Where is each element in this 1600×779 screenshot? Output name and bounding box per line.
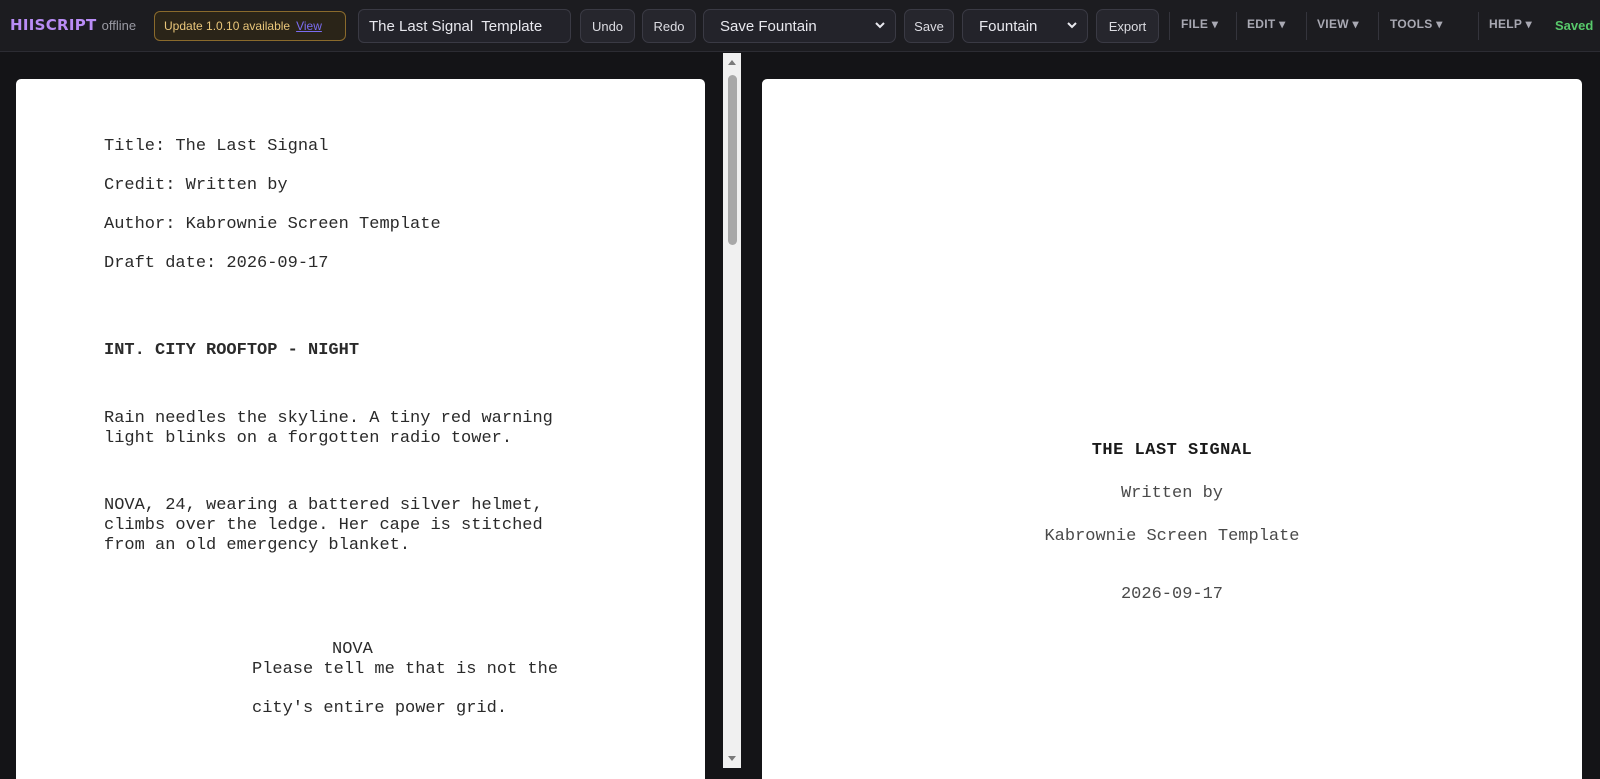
action-line: climbs over the ledge. Her cape is stitc… (104, 516, 543, 535)
toolbar-divider (1169, 12, 1170, 40)
top-toolbar: HIISCRIPT offline Update 1.0.10 availabl… (0, 0, 1600, 52)
dialogue-line: city's entire power grid. (252, 699, 508, 718)
menu-file[interactable]: FILE ▾ (1181, 17, 1218, 31)
app-name: HIISCRIPT (10, 16, 97, 34)
action-line: Rain needles the skyline. A tiny red war… (104, 409, 553, 428)
toolbar-divider (1478, 12, 1479, 40)
menu-view[interactable]: VIEW ▾ (1317, 17, 1359, 31)
connection-status: offline (101, 18, 137, 33)
update-badge: Update 1.0.10 available View (154, 11, 346, 41)
export-format-value: Fountain (979, 17, 1038, 35)
save-button[interactable]: Save (904, 9, 954, 43)
title-page-title: Title: The Last Signal (104, 137, 329, 156)
update-text: Update 1.0.10 available (164, 19, 291, 33)
action-line: from an old emergency blanket. (104, 536, 411, 555)
menu-tools[interactable]: TOOLS ▾ (1390, 17, 1443, 31)
preview-title: THE LAST SIGNAL (1091, 441, 1253, 460)
action-line: light blinks on a forgotten radio tower. (104, 429, 513, 448)
character-name: NOVA (332, 640, 373, 659)
scene-heading: INT. CITY ROOFTOP - NIGHT (104, 341, 360, 360)
export-format-select[interactable]: Fountain (962, 9, 1088, 43)
redo-button[interactable]: Redo (642, 9, 696, 43)
toolbar-divider (1378, 12, 1379, 40)
menu-edit[interactable]: EDIT ▾ (1247, 17, 1286, 31)
save-status: Saved (1555, 18, 1594, 33)
scroll-down-icon[interactable] (723, 752, 741, 766)
script-preview: THE LAST SIGNAL Written by Kabrownie Scr… (762, 79, 1582, 779)
chevron-down-icon (875, 22, 885, 29)
editor-scrollbar[interactable] (723, 53, 741, 768)
title-page-credit: Credit: Written by (104, 176, 288, 195)
preview-date: 2026-09-17 (1120, 585, 1224, 604)
preview-credit: Written by (1120, 484, 1224, 503)
document-title-input[interactable] (358, 9, 571, 43)
chevron-down-icon (1067, 22, 1077, 29)
toolbar-divider (1306, 12, 1307, 40)
action-line: NOVA, 24, wearing a battered silver helm… (104, 496, 543, 515)
scrollbar-thumb[interactable] (728, 75, 737, 245)
menu-help[interactable]: HELP ▾ (1489, 17, 1532, 31)
preview-author: Kabrownie Screen Template (1044, 527, 1300, 546)
save-format-select[interactable]: Save Fountain (703, 9, 896, 43)
export-button[interactable]: Export (1096, 9, 1159, 43)
toolbar-divider (1236, 12, 1237, 40)
script-editor[interactable]: Title: The Last Signal Credit: Written b… (16, 79, 705, 779)
scroll-up-icon[interactable] (723, 55, 741, 69)
save-format-value: Save Fountain (720, 17, 817, 35)
undo-button[interactable]: Undo (580, 9, 635, 43)
dialogue-line: Please tell me that is not the (252, 660, 559, 679)
update-view-link[interactable]: View (296, 19, 322, 33)
app-brand: HIISCRIPT offline (10, 16, 136, 34)
title-page-author: Author: Kabrownie Screen Template (104, 215, 441, 234)
title-page-draft-date: Draft date: 2026-09-17 (104, 254, 329, 273)
